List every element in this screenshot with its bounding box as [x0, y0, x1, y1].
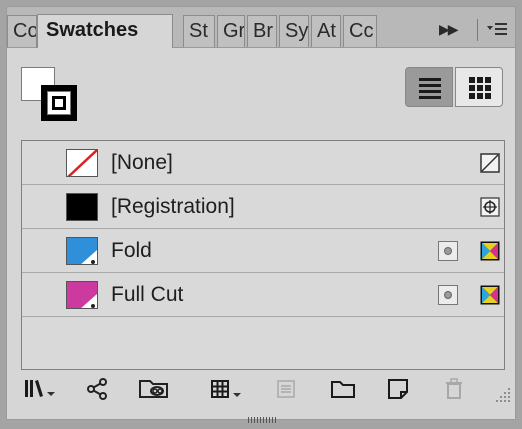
tab-swatches[interactable]: Swatches: [37, 14, 173, 48]
grid-view-button[interactable]: [455, 67, 503, 107]
swatch-list: [None] [Registration] Fold Full Cut: [21, 140, 505, 370]
share-icon[interactable]: [83, 372, 113, 406]
tab-cc-libraries[interactable]: Cc: [343, 15, 377, 47]
tab-gradient[interactable]: Gr: [217, 15, 245, 47]
panel-menu-icon[interactable]: [485, 17, 509, 41]
swatch-row-none[interactable]: [None]: [22, 141, 504, 185]
panel-grip-icon[interactable]: [247, 411, 277, 423]
registration-swatch-chip: [66, 193, 98, 221]
tab-attributes[interactable]: At: [311, 15, 341, 47]
resize-handle-icon[interactable]: [495, 386, 513, 402]
cmyk-icon: [480, 285, 500, 305]
swatch-options-icon[interactable]: [271, 372, 301, 406]
swatch-name: [Registration]: [111, 195, 235, 218]
swatch-row-fold[interactable]: Fold: [22, 229, 504, 273]
tab-bar: Co Swatches St Gr Br Sy At Cc ▶▶: [7, 7, 515, 48]
swatch-name: Fold: [111, 239, 152, 262]
tab-symbols[interactable]: Sy: [279, 15, 309, 47]
swatch-views-icon[interactable]: [207, 372, 247, 406]
libraries-icon[interactable]: [21, 372, 61, 406]
more-tabs-icon[interactable]: ▶▶: [439, 17, 458, 41]
tabbar-divider: [477, 19, 478, 41]
cmyk-icon: [480, 241, 500, 261]
grid-view-icon: [469, 77, 491, 99]
tab-color[interactable]: Co: [7, 15, 37, 47]
list-view-button[interactable]: [405, 67, 453, 107]
delete-icon[interactable]: [439, 372, 469, 406]
swatch-name: Full Cut: [111, 283, 184, 306]
fold-swatch-chip: [66, 237, 98, 265]
tab-stroke[interactable]: St: [183, 15, 215, 47]
new-swatch-icon[interactable]: [381, 372, 415, 406]
spot-color-icon: [438, 241, 458, 261]
swatch-row-registration[interactable]: [Registration]: [22, 185, 504, 229]
view-toggle: [405, 67, 505, 107]
registration-icon: [480, 197, 500, 217]
cloud-link-icon[interactable]: [135, 372, 175, 406]
none-swatch-icon: [480, 153, 500, 173]
swatch-name: [None]: [111, 151, 173, 174]
swatch-row-full-cut[interactable]: Full Cut: [22, 273, 504, 317]
stroke-color-box[interactable]: [41, 85, 77, 121]
folder-icon[interactable]: [325, 372, 361, 406]
bottom-toolbar: [7, 372, 515, 406]
full-cut-swatch-chip: [66, 281, 98, 309]
tab-brushes[interactable]: Br: [247, 15, 277, 47]
spot-color-icon: [438, 285, 458, 305]
none-swatch-chip: [66, 149, 98, 177]
swatches-panel: Co Swatches St Gr Br Sy At Cc ▶▶ [None] …: [6, 6, 516, 423]
list-view-icon: [419, 78, 441, 99]
